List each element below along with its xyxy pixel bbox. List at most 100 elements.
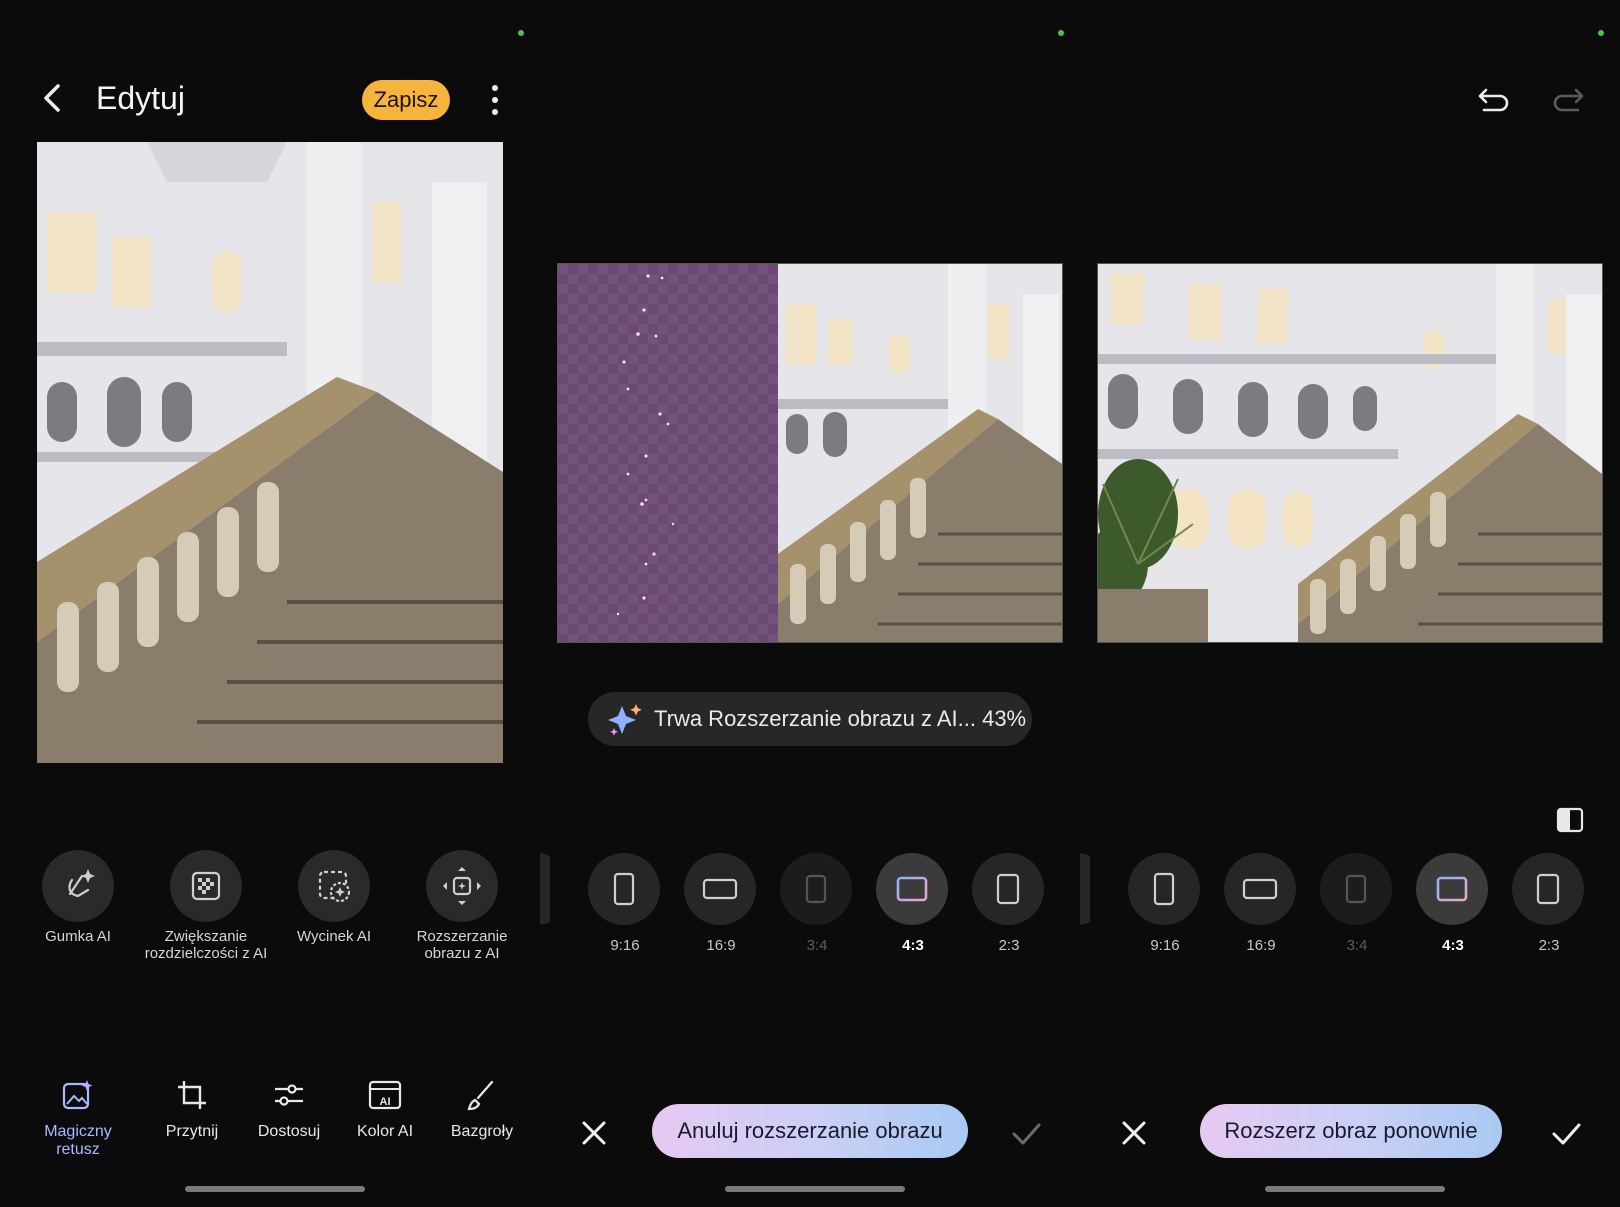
tool-ai-expand[interactable]: Rozszerzanie obrazu z AI [398, 850, 526, 962]
check-icon [1552, 1123, 1581, 1145]
staircase-photo [37, 142, 503, 763]
nav-label: Przytnij [165, 1123, 219, 1140]
tool-ai-eraser[interactable]: Gumka AI [14, 850, 142, 945]
ratio-16-9[interactable]: 16:9 [1224, 853, 1298, 954]
portrait-frame-icon [1345, 874, 1367, 904]
close-button[interactable] [1114, 1113, 1154, 1153]
status-indicator-dot [1058, 30, 1064, 36]
ratio-label: 9:16 [1150, 937, 1180, 954]
tool-label: Rozszerzanie obrazu z AI [416, 928, 508, 962]
compare-button[interactable] [1554, 804, 1586, 836]
ai-color-icon: AI [368, 1080, 402, 1110]
close-button[interactable] [574, 1113, 614, 1153]
redo-icon [1553, 88, 1584, 112]
tool-label: Wycinek AI [296, 928, 372, 945]
ratio-circle [1512, 853, 1584, 925]
ratio-3-4: 3:4 [780, 853, 854, 954]
nav-adjust[interactable]: Dostosuj [234, 1078, 344, 1141]
ratio-partial-left [1080, 853, 1090, 925]
portrait-frame-icon [613, 872, 635, 906]
check-icon [1012, 1123, 1041, 1145]
nav-label: Dostosuj [257, 1123, 321, 1140]
editor-panel: Edytuj Zapisz Gumka AI Zwiększanie rozdz… [0, 0, 540, 1207]
ratio-4-3[interactable]: 4:3 [876, 853, 950, 954]
expanding-image [557, 263, 1063, 643]
nav-crop[interactable]: Przytnij [137, 1078, 247, 1141]
nav-label: Bazgroły [450, 1123, 514, 1140]
expand-progress-panel: Trwa Rozszerzanie obrazu z AI... 43% 9:1… [540, 0, 1080, 1207]
ratio-label: 4:3 [1442, 937, 1464, 954]
ratio-circle [1320, 853, 1392, 925]
ratio-circle [588, 853, 660, 925]
photo-preview [37, 142, 503, 763]
ai-upscale-icon [191, 871, 221, 901]
ratio-label: 3:4 [1346, 937, 1368, 954]
expand-again-button[interactable]: Rozszerz obraz ponownie [1200, 1104, 1502, 1158]
compare-icon [1556, 807, 1584, 833]
nav-ai-color[interactable]: AI Kolor AI [330, 1078, 440, 1141]
save-button[interactable]: Zapisz [362, 80, 450, 120]
ratio-4-3[interactable]: 4:3 [1416, 853, 1490, 954]
close-icon [582, 1121, 606, 1145]
landscape-frame-icon [702, 878, 738, 900]
ratio-9-16[interactable]: 9:16 [588, 853, 662, 954]
ratio-circle [780, 853, 852, 925]
landscape-frame-icon [1242, 878, 1278, 900]
tool-ai-upscale-circle [170, 850, 242, 922]
ratio-label: 2:3 [1538, 937, 1560, 954]
cancel-expand-button[interactable]: Anuluj rozszerzanie obrazu [652, 1104, 968, 1158]
tool-label: Zwiększanie rozdzielczości z AI [144, 928, 268, 962]
ratio-9-16[interactable]: 9:16 [1128, 853, 1202, 954]
expanded-image-canvas [1098, 264, 1602, 642]
portrait-frame-icon [996, 873, 1020, 905]
ratio-partial-left [540, 853, 550, 925]
landscape-frame-icon [896, 876, 928, 902]
ratio-circle [1416, 853, 1488, 925]
ratio-circle [1128, 853, 1200, 925]
more-options-button[interactable] [480, 80, 510, 120]
home-indicator [725, 1186, 905, 1192]
home-indicator [185, 1186, 365, 1192]
status-indicator-dot [518, 30, 524, 36]
back-button[interactable] [38, 78, 68, 118]
tool-ai-expand-circle [426, 850, 498, 922]
ratio-16-9[interactable]: 16:9 [684, 853, 758, 954]
ai-cutout-icon [318, 870, 351, 903]
ratio-circle [684, 853, 756, 925]
status-indicator-dot [1598, 30, 1604, 36]
expand-progress-text: Trwa Rozszerzanie obrazu z AI... 43% [654, 706, 1027, 731]
crop-icon [178, 1081, 206, 1109]
adjust-sliders-icon [275, 1084, 303, 1106]
chevron-left-icon [44, 84, 60, 112]
confirm-button-disabled [1006, 1113, 1046, 1153]
tool-ai-eraser-circle [42, 850, 114, 922]
ratio-label: 16:9 [706, 937, 736, 954]
svg-text:AI: AI [380, 1096, 391, 1108]
portrait-frame-icon [805, 874, 827, 904]
page-title: Edytuj [96, 80, 185, 116]
ai-sparkle-icon [608, 704, 642, 736]
tool-label: Gumka AI [45, 928, 111, 945]
ratio-label: 3:4 [806, 937, 828, 954]
ai-eraser-icon [68, 869, 95, 898]
ai-expand-icon [443, 867, 481, 905]
nav-label: Magiczny retusz [44, 1123, 112, 1158]
tool-ai-cutout[interactable]: Wycinek AI [270, 850, 398, 945]
nav-magic-retouch[interactable]: Magiczny retusz [23, 1078, 133, 1159]
nav-doodle[interactable]: Bazgroły [427, 1078, 537, 1141]
tool-ai-upscale[interactable]: Zwiększanie rozdzielczości z AI [142, 850, 270, 962]
expanded-image [1097, 263, 1603, 643]
expanding-image-canvas [558, 264, 1062, 642]
ratio-2-3[interactable]: 2:3 [972, 853, 1046, 954]
redo-button[interactable] [1550, 82, 1586, 118]
more-vertical-icon [492, 85, 498, 115]
ratio-2-3[interactable]: 2:3 [1512, 853, 1586, 954]
undo-button[interactable] [1476, 82, 1512, 118]
confirm-button[interactable] [1546, 1113, 1586, 1153]
expand-result-panel: 9:16 16:9 3:4 4:3 2:3 Rozszerz obraz pon… [1080, 0, 1620, 1207]
ratio-label: 16:9 [1246, 937, 1276, 954]
magic-retouch-icon [62, 1080, 93, 1110]
ratio-label: 2:3 [998, 937, 1020, 954]
ratio-circle [1224, 853, 1296, 925]
ratio-circle [972, 853, 1044, 925]
